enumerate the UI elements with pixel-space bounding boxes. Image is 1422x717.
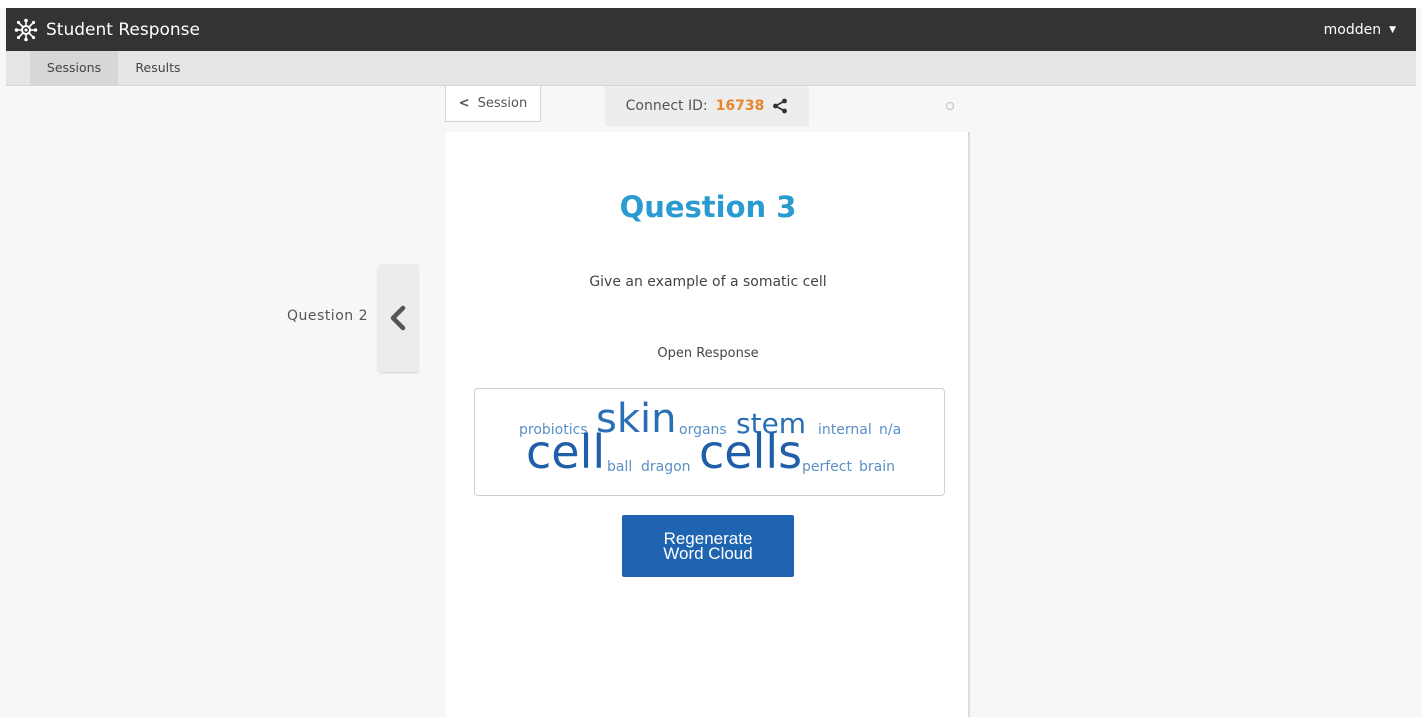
chevron-left-icon: < (458, 96, 470, 111)
chevron-left-icon (390, 305, 406, 331)
cloud-word: internal (818, 422, 872, 438)
tab-sessions[interactable]: Sessions (30, 51, 118, 85)
share-icon[interactable] (772, 98, 788, 114)
brand[interactable]: Student Response (14, 8, 200, 51)
question-type: Open Response (657, 346, 759, 361)
previous-question-nav: Question 2 (200, 264, 418, 372)
caret-down-icon: ▼ (1389, 24, 1396, 35)
tab-results[interactable]: Results (118, 51, 198, 85)
window-top-margin (0, 0, 1422, 8)
regenerate-word-cloud-button[interactable]: Regenerate Word Cloud (622, 515, 794, 577)
username: modden (1323, 21, 1382, 38)
cloud-word: perfect (802, 459, 852, 475)
cloud-word: dragon (641, 459, 691, 475)
connection-status-dot (946, 102, 954, 110)
connect-id-label: Connect ID: (625, 98, 708, 114)
cloud-word: n/a (879, 422, 902, 438)
question-text: Give an example of a somatic cell (589, 274, 827, 290)
cloud-word: cell (526, 425, 606, 479)
app-title: Student Response (46, 19, 200, 40)
word-cloud: probiotics skin organs stem internal n/a… (474, 388, 945, 496)
top-navbar: Student Response modden ▼ (6, 8, 1416, 51)
network-logo-icon (14, 18, 38, 41)
cloud-word: brain (859, 459, 895, 475)
question-title: Question 3 (619, 190, 797, 224)
connect-id-box: Connect ID: 16738 (605, 86, 809, 126)
previous-question-button[interactable] (378, 264, 418, 372)
sub-navbar: Sessions Results (6, 51, 1416, 86)
previous-question-label: Question 2 (287, 308, 368, 324)
cloud-word: skin (596, 396, 677, 442)
user-menu[interactable]: modden ▼ (1324, 8, 1396, 51)
cloud-word: cells (699, 425, 803, 479)
connect-id-value: 16738 (715, 98, 765, 114)
cloud-word: ball (607, 459, 633, 475)
regenerate-label-line2: Word Cloud (663, 544, 753, 563)
session-button-label: Session (477, 96, 528, 111)
back-to-session-button[interactable]: < Session (445, 86, 541, 122)
